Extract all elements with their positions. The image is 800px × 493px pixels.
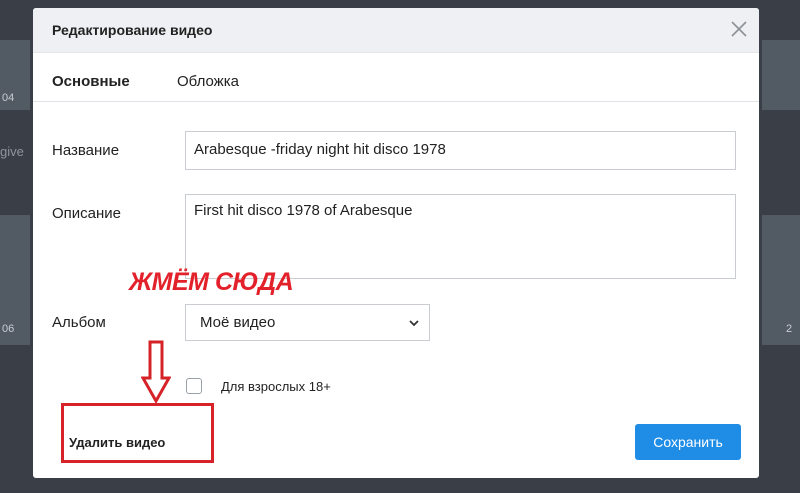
background-duration: 04 — [2, 92, 15, 104]
background-text: give — [0, 144, 24, 159]
adult-checkbox[interactable] — [186, 378, 202, 394]
chevron-down-icon — [407, 316, 421, 330]
description-textarea[interactable]: First hit disco 1978 of Arabesque — [185, 194, 736, 279]
arrow-down-icon — [140, 340, 172, 409]
dialog-title: Редактирование видео — [52, 22, 213, 38]
dialog-tabs: Основные Обложка — [33, 53, 759, 102]
background-duration: 2 — [786, 323, 793, 335]
close-icon[interactable] — [729, 19, 749, 39]
annotation-highlight-box — [61, 403, 214, 463]
dialog-header: Редактирование видео — [33, 8, 759, 53]
tab-cover[interactable]: Обложка — [177, 73, 239, 90]
album-select-value: Моё видео — [200, 314, 276, 331]
description-label: Описание — [52, 205, 122, 222]
annotation-text: ЖМЁМ СЮДА — [129, 268, 294, 296]
tab-main[interactable]: Основные — [52, 73, 130, 90]
save-button[interactable]: Сохранить — [635, 424, 741, 460]
album-label: Альбом — [52, 314, 106, 331]
adult-checkbox-label: Для взрослых 18+ — [221, 379, 331, 394]
background-thumbnail — [762, 40, 800, 110]
name-input[interactable]: Arabesque -friday night hit disco 1978 — [185, 131, 736, 170]
background-thumbnail — [762, 215, 800, 345]
background-duration: 06 — [2, 323, 15, 335]
name-label: Название — [52, 142, 120, 159]
album-select[interactable]: Моё видео — [185, 304, 430, 341]
delete-video-link[interactable]: Удалить видео — [69, 435, 165, 450]
